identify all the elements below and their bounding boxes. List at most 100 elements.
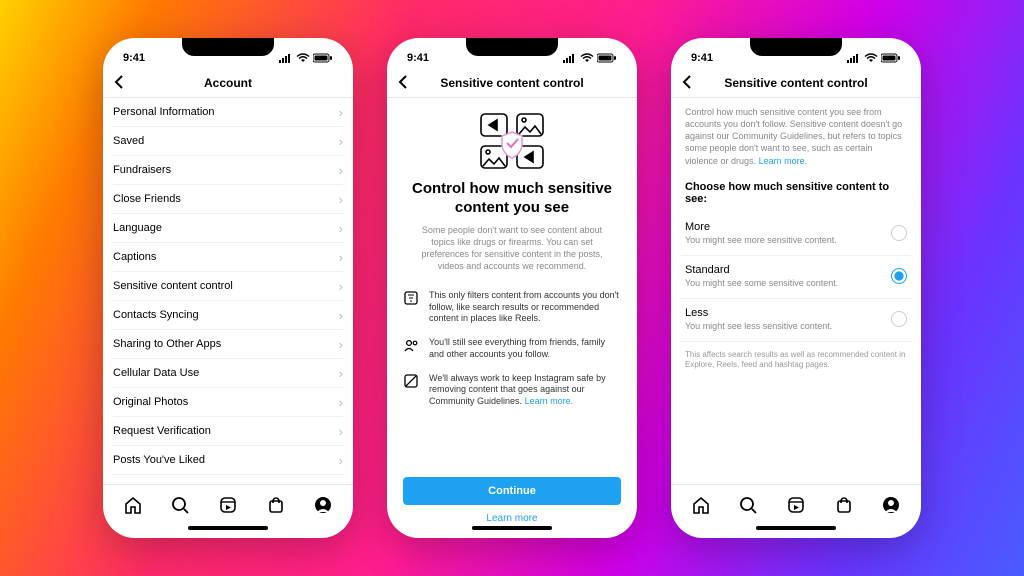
tab-reels[interactable] xyxy=(785,494,807,516)
phone-account: 9:41 Account Personal Information › Saved… xyxy=(103,38,353,538)
signal-icon xyxy=(847,53,861,63)
list-item-label: Personal Information xyxy=(113,106,215,118)
list-item[interactable]: Sensitive content control› xyxy=(113,272,343,301)
list-item-label: Posts You've Liked xyxy=(113,454,205,466)
tab-bar xyxy=(103,484,353,524)
nav-bar: Account xyxy=(103,68,353,98)
battery-icon xyxy=(881,53,901,63)
chevron-right-icon: › xyxy=(339,163,343,178)
list-item[interactable]: Posts You've Liked › xyxy=(113,446,343,475)
bullet-guidelines: We'll always work to keep Instagram safe… xyxy=(397,367,627,414)
phone-sensitive-intro: 9:41 Sensitive content control xyxy=(387,38,637,538)
chevron-right-icon: › xyxy=(339,453,343,468)
list-item-label: Cellular Data Use xyxy=(113,367,199,379)
hero-subtitle: Some people don't want to see content ab… xyxy=(397,218,627,285)
list-item[interactable]: Original Photos › xyxy=(113,388,343,417)
account-list: Personal Information › Saved› Fundraisers… xyxy=(103,98,353,484)
tab-search[interactable] xyxy=(737,494,759,516)
chevron-right-icon: › xyxy=(339,192,343,207)
list-item[interactable]: Cellular Data Use› xyxy=(113,359,343,388)
learn-more-inline-link[interactable]: Learn more. xyxy=(525,396,574,406)
list-item-label: Close Friends xyxy=(113,193,181,205)
chevron-left-icon xyxy=(397,75,409,89)
home-indicator[interactable] xyxy=(472,526,552,530)
phone-sensitive-options: 9:41 Sensitive content control Control h… xyxy=(671,38,921,538)
back-button[interactable] xyxy=(113,74,125,92)
hero-illustration xyxy=(397,98,627,180)
list-item-label: Original Photos xyxy=(113,396,188,408)
tab-home[interactable] xyxy=(690,494,712,516)
radio-icon xyxy=(891,311,907,327)
tab-shop[interactable] xyxy=(833,494,855,516)
chevron-right-icon: › xyxy=(339,105,343,120)
bullet-text: This only filters content from accounts … xyxy=(429,290,621,325)
chevron-right-icon: › xyxy=(339,308,343,323)
status-icons xyxy=(847,53,901,63)
option-sub: You might see more sensitive content. xyxy=(685,235,837,245)
footnote: This affects search results as well as r… xyxy=(681,342,911,379)
nav-bar: Sensitive content control xyxy=(671,68,921,98)
tab-profile[interactable] xyxy=(312,494,334,516)
wifi-icon xyxy=(296,53,310,63)
back-button[interactable] xyxy=(681,74,693,92)
option-sub: You might see some sensitive content. xyxy=(685,278,838,288)
option-standard[interactable]: Standard You might see some sensitive co… xyxy=(681,256,911,299)
chevron-right-icon: › xyxy=(339,250,343,265)
list-item-label: Captions xyxy=(113,251,156,263)
option-sub: You might see less sensitive content. xyxy=(685,321,832,331)
list-item[interactable]: Close Friends › xyxy=(113,185,343,214)
notch xyxy=(750,38,842,56)
chevron-right-icon: › xyxy=(339,395,343,410)
home-indicator[interactable] xyxy=(188,526,268,530)
back-button[interactable] xyxy=(397,74,409,92)
chevron-right-icon: › xyxy=(339,279,343,294)
battery-icon xyxy=(313,53,333,63)
filter-icon xyxy=(403,290,419,325)
media-shield-icon xyxy=(467,110,557,174)
learn-more-link[interactable]: Learn more. xyxy=(759,156,808,166)
continue-button[interactable]: Continue xyxy=(403,477,621,505)
wifi-icon xyxy=(864,53,878,63)
list-item[interactable]: Fundraisers› xyxy=(113,156,343,185)
choose-heading: Choose how much sensitive content to see… xyxy=(681,177,911,213)
signal-icon xyxy=(563,53,577,63)
home-indicator[interactable] xyxy=(756,526,836,530)
tab-home[interactable] xyxy=(122,494,144,516)
option-less[interactable]: Less You might see less sensitive conten… xyxy=(681,299,911,342)
list-item[interactable]: Saved› xyxy=(113,127,343,156)
tab-profile[interactable] xyxy=(880,494,902,516)
list-item[interactable]: Language› xyxy=(113,214,343,243)
list-item[interactable]: Contacts Syncing› xyxy=(113,301,343,330)
tab-search[interactable] xyxy=(169,494,191,516)
list-item-label: Sharing to Other Apps xyxy=(113,338,221,350)
list-item[interactable]: Request Verification› xyxy=(113,417,343,446)
home-icon xyxy=(123,495,143,515)
tab-shop[interactable] xyxy=(265,494,287,516)
profile-icon xyxy=(881,495,901,515)
status-icons xyxy=(279,53,333,63)
option-more[interactable]: More You might see more sensitive conten… xyxy=(681,213,911,256)
search-icon xyxy=(170,495,190,515)
notch xyxy=(182,38,274,56)
list-item[interactable]: Sharing to Other Apps› xyxy=(113,330,343,359)
option-label: More xyxy=(685,221,837,233)
chevron-right-icon: › xyxy=(339,134,343,149)
intro-content: Control how much sensitive content you s… xyxy=(387,98,637,524)
signal-icon xyxy=(279,53,293,63)
blocked-image-icon xyxy=(403,373,419,408)
radio-icon xyxy=(891,225,907,241)
hero-title: Control how much sensitive content you s… xyxy=(397,180,627,218)
notch xyxy=(466,38,558,56)
options-content: Control how much sensitive content you s… xyxy=(671,98,921,484)
status-time: 9:41 xyxy=(123,52,145,64)
chevron-left-icon xyxy=(681,75,693,89)
tab-reels[interactable] xyxy=(217,494,239,516)
option-label: Less xyxy=(685,307,832,319)
bullet-friends: You'll still see everything from friends… xyxy=(397,331,627,366)
list-item[interactable]: Captions › xyxy=(113,243,343,272)
list-item[interactable]: Personal Information › xyxy=(113,98,343,127)
list-item-label: Language xyxy=(113,222,162,234)
reels-icon xyxy=(218,495,238,515)
status-icons xyxy=(563,53,617,63)
learn-more-link[interactable]: Learn more xyxy=(403,505,621,524)
